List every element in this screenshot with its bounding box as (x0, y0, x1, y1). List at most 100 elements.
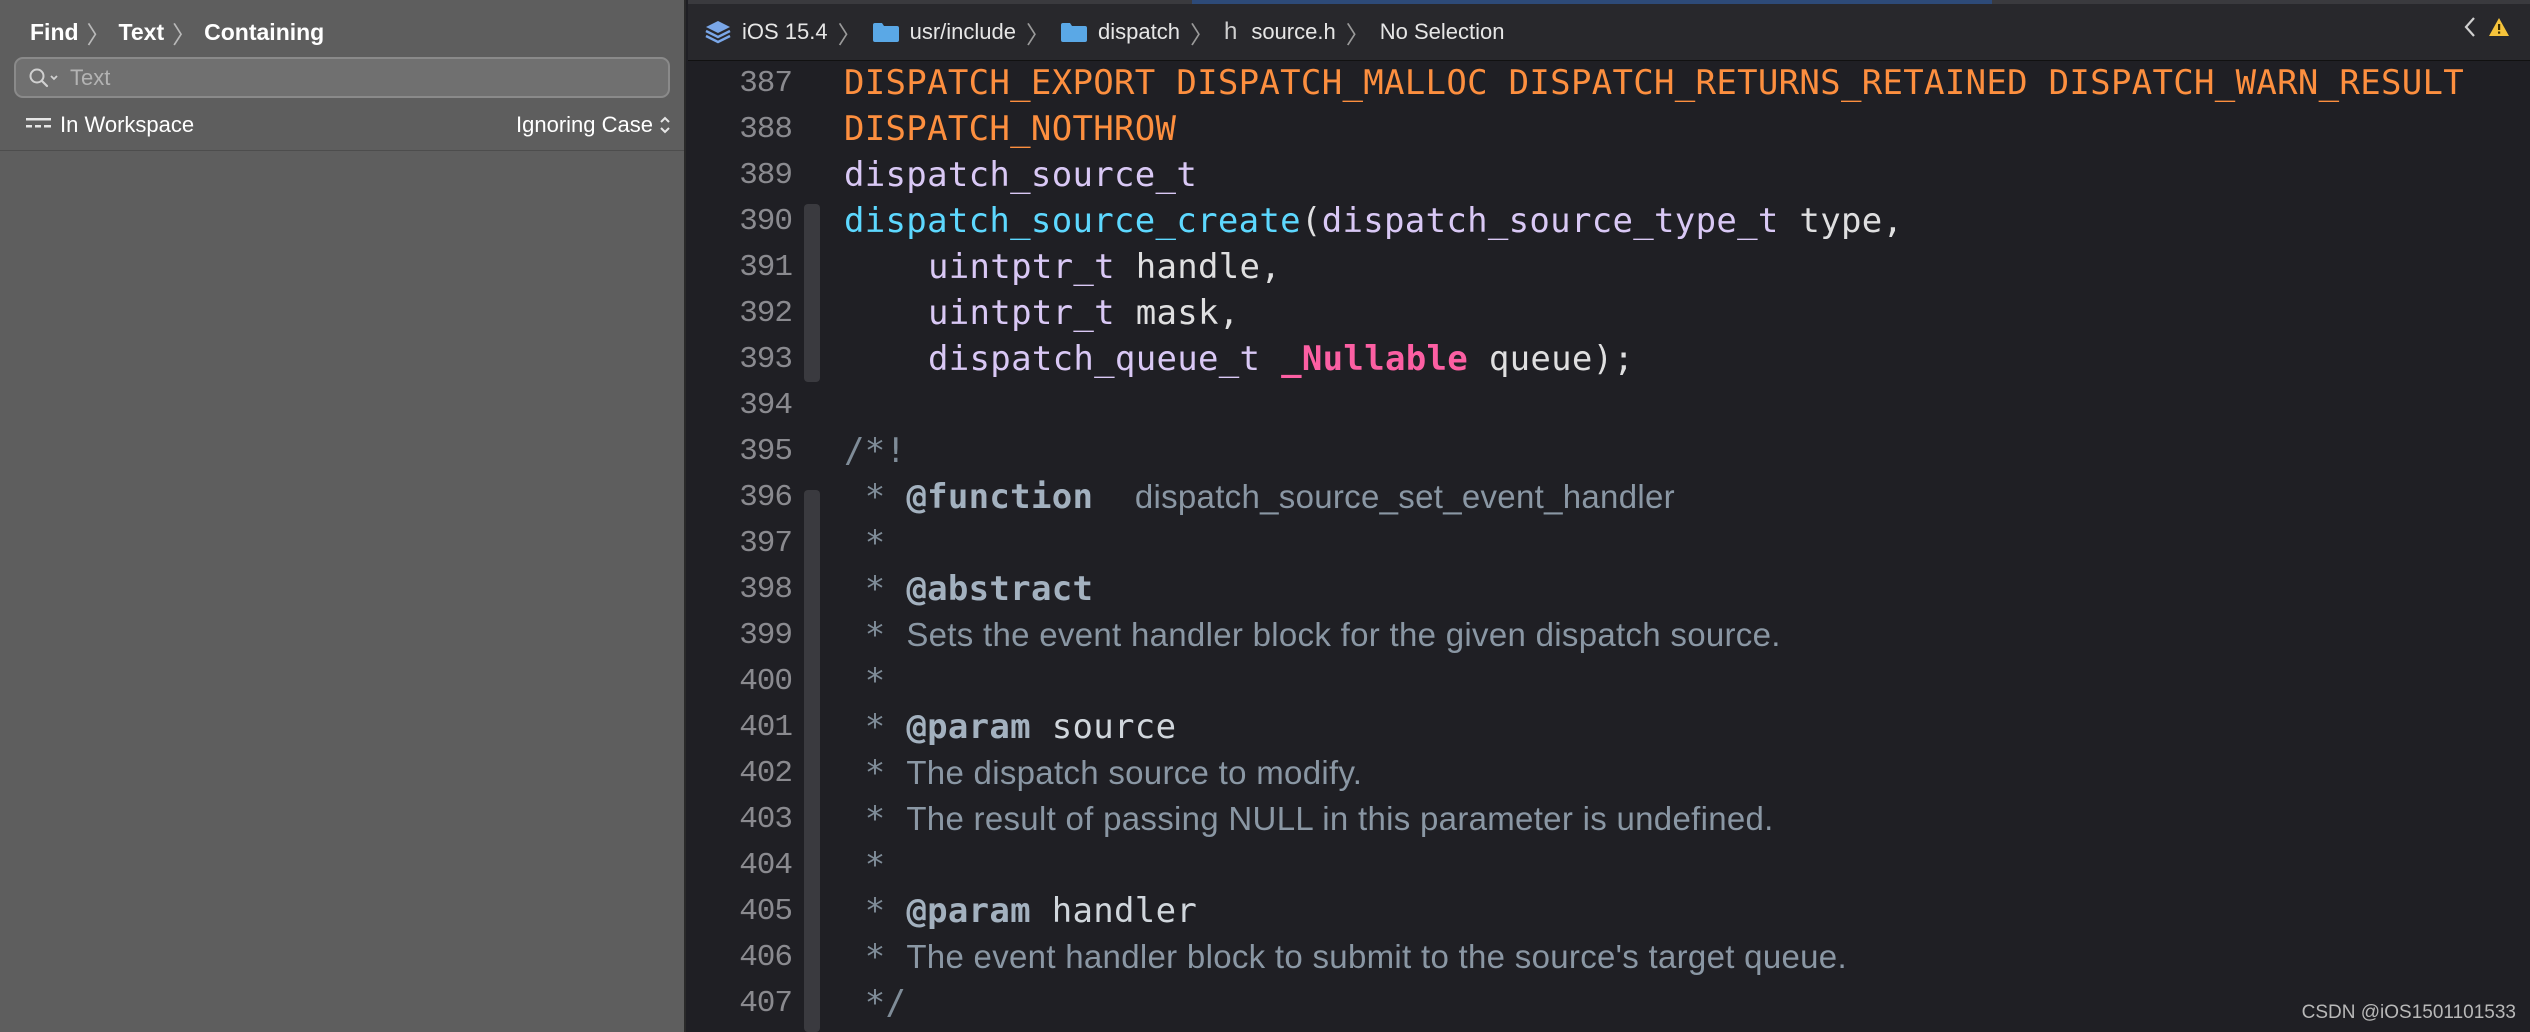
code-line: 402 * The dispatch source to modify. (688, 750, 2530, 796)
search-input[interactable] (68, 63, 632, 92)
code-line: 395 /*! (688, 428, 2530, 474)
code-line: 406 * The event handler block to submit … (688, 934, 2530, 980)
line-number: 407 (739, 985, 793, 1021)
jumpbar-selection[interactable]: No Selection (1380, 19, 1505, 45)
line-number: 403 (739, 801, 793, 837)
jumpbar-chevron-icon: 〉 (1026, 21, 1050, 49)
comment-star: * (844, 569, 886, 609)
line-number: 401 (739, 709, 793, 745)
code-line: 391 uintptr_t handle, (688, 244, 2530, 290)
search-icon[interactable] (28, 67, 62, 89)
code-token: type, (1778, 201, 1904, 241)
line-number: 394 (739, 387, 793, 423)
scope-selector[interactable]: In Workspace (24, 112, 194, 138)
line-number: 393 (739, 341, 793, 377)
comment-text: * The event handler block to submit to t… (844, 937, 1847, 977)
comment-star: * (844, 661, 886, 701)
doc-param-name: handler (1030, 891, 1198, 931)
comment-star: * (844, 891, 886, 931)
line-number: 396 (739, 479, 793, 515)
line-number: 392 (739, 295, 793, 331)
code-token: mask, (1114, 293, 1240, 333)
jumpbar-file[interactable]: h source.h (1224, 18, 1336, 46)
line-number: 391 (739, 249, 793, 285)
code-line: 401 * @param source (688, 704, 2530, 750)
comment-text: * @function dispatch_source_set_event_ha… (844, 477, 1675, 517)
comment-text: * @abstract (844, 569, 1093, 609)
code-token: handle, (1114, 247, 1282, 287)
code-text: DISPATCH_NOTHROW (844, 109, 1177, 149)
code-line: 394 (688, 382, 2530, 428)
doc-text: The result of passing NULL in this param… (906, 800, 1774, 837)
code-line: 387 DISPATCH_EXPORT DISPATCH_MALLOC DISP… (688, 60, 2530, 106)
folder-icon (872, 23, 899, 42)
line-number: 399 (739, 617, 793, 653)
line-number: 404 (739, 847, 793, 883)
case-option-popup[interactable]: Ignoring Case (516, 112, 672, 138)
comment-text: * @param source (844, 707, 1176, 747)
find-mode-menu[interactable]: Find (30, 19, 79, 46)
comment-text: * @param handler (844, 891, 1197, 931)
jumpbar-chevron-icon: 〉 (1345, 21, 1370, 49)
comment-text: /*! (844, 431, 907, 471)
line-number: 400 (739, 663, 793, 699)
code-text: uintptr_t handle, (928, 247, 1281, 287)
comment-text: * The result of passing NULL in this par… (844, 799, 1774, 839)
jumpbar-folder-dispatch[interactable]: dispatch (1060, 19, 1180, 45)
line-number: 405 (739, 893, 793, 929)
type-name: uintptr_t (928, 247, 1115, 287)
function-name: dispatch_source_create (844, 201, 1301, 241)
code-line: 407 */ (688, 980, 2530, 1026)
code-area[interactable]: 387 DISPATCH_EXPORT DISPATCH_MALLOC DISP… (688, 60, 2530, 1032)
find-navigator: Find 〉 Text 〉 Containing In W (0, 0, 686, 1032)
up-down-chevron-icon (660, 116, 670, 134)
doc-tag: @abstract (906, 569, 1094, 609)
code-line: 403 * The result of passing NULL in this… (688, 796, 2530, 842)
find-match-menu[interactable]: Containing (204, 19, 324, 46)
comment-star: * (844, 799, 886, 839)
code-text: dispatch_source_t (844, 155, 1198, 195)
jumpbar-sdk[interactable]: iOS 15.4 (704, 19, 828, 45)
jumpbar-right-tools (2462, 14, 2510, 40)
line-number: 388 (739, 111, 793, 147)
comment-star: * (844, 937, 886, 977)
warning-icon[interactable] (2488, 16, 2510, 38)
comment-star: * (844, 753, 886, 793)
watermark: CSDN @iOS1501101533 (2301, 1002, 2516, 1023)
code-line: 389 dispatch_source_t (688, 152, 2530, 198)
xcode-window: Find 〉 Text 〉 Containing In W (0, 0, 2530, 1032)
scope-icon (26, 118, 51, 128)
find-type-menu[interactable]: Text (119, 19, 165, 46)
type-name: dispatch_queue_t (928, 339, 1261, 379)
comment-star: * (844, 845, 886, 885)
chevron-left-icon[interactable] (2462, 14, 2478, 40)
code-line: 400 * (688, 658, 2530, 704)
code-token: queue); (1468, 339, 1635, 379)
find-search-field[interactable] (14, 57, 670, 98)
jumpbar-chevron-icon: 〉 (837, 21, 862, 49)
line-number: 398 (739, 571, 793, 607)
type-name: dispatch_source_type_t (1321, 201, 1779, 241)
doc-tag: @function (906, 477, 1094, 517)
doc-tag: @param (906, 707, 1031, 747)
code-line: 396 * @function dispatch_source_set_even… (688, 474, 2530, 520)
folder-icon (1061, 23, 1087, 42)
code-line: 397 * (688, 520, 2530, 566)
doc-text: dispatch_source_set_event_handler (1134, 478, 1675, 515)
line-number: 402 (739, 755, 793, 791)
code-line: 388 DISPATCH_NOTHROW (688, 106, 2530, 152)
case-option-label: Ignoring Case (516, 112, 653, 137)
doc-tag: @param (906, 891, 1031, 931)
jumpbar-file-label: source.h (1251, 19, 1336, 44)
code-line: 390 dispatch_source_create(dispatch_sour… (688, 198, 2530, 244)
keyword: _Nullable (1281, 339, 1469, 379)
jumpbar-folder2-label: dispatch (1098, 19, 1180, 44)
jumpbar-chevron-icon: 〉 (1189, 21, 1214, 49)
comment-text: * Sets the event handler block for the g… (844, 615, 1781, 655)
source-editor: iOS 15.4 〉 usr/include 〉 dispatch 〉 h so… (688, 0, 2530, 1032)
code-text: dispatch_source_create(dispatch_source_t… (844, 201, 1903, 241)
line-number: 387 (739, 65, 793, 101)
jumpbar-folder-usr-include[interactable]: usr/include (872, 19, 1016, 45)
code-token: ( (1300, 201, 1322, 241)
comment-star: * (844, 615, 886, 655)
